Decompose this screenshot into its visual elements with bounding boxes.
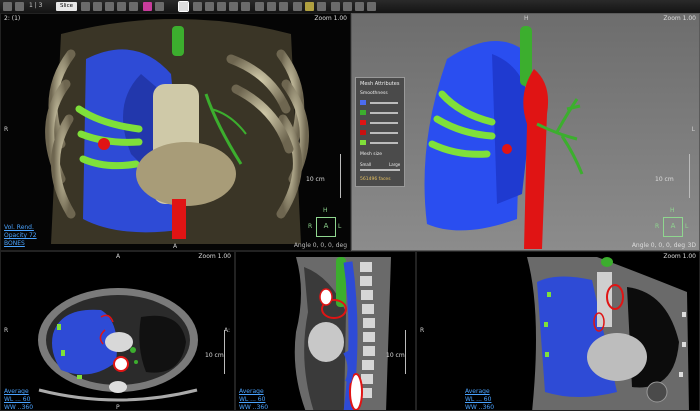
axial-ct-image — [38, 288, 198, 402]
zoom-label: Zoom 1.00 — [663, 253, 696, 260]
orientation-cube[interactable]: A — [663, 217, 683, 237]
sagittal-viewport[interactable]: 10 cm Average WL ... 60 WW ..360 — [235, 251, 416, 411]
export-icon[interactable] — [343, 2, 352, 11]
brush-icon[interactable] — [267, 2, 276, 11]
scale-label: 10 cm — [306, 176, 325, 183]
cube-center-label: A — [670, 222, 676, 230]
roi-icon[interactable] — [217, 2, 226, 11]
crop-icon[interactable] — [155, 2, 164, 11]
volume-render-viewport[interactable]: 2: (1) Zoom 1.00 R A 10 cm Vol. Rend. Op… — [0, 13, 351, 251]
orientation-bottom: P — [116, 404, 120, 411]
cube-top-label: H — [323, 207, 328, 214]
view-counter: 1 | 3 — [29, 2, 43, 9]
cube-top-label: H — [670, 207, 675, 214]
mesh-icon[interactable] — [305, 2, 314, 11]
axial-viewport[interactable]: A Zoom 1.00 R A: 10 cm P Average WL ... … — [0, 251, 235, 411]
scroll-icon[interactable] — [81, 2, 90, 11]
cube-right-label: L — [338, 223, 342, 230]
vessel-color-swatch[interactable] — [360, 130, 366, 135]
render-mode-link[interactable]: Average — [4, 388, 29, 395]
angle-label: Angle 0, 0, 0, deg — [631, 242, 685, 249]
scissors-icon[interactable] — [255, 2, 264, 11]
window-level-link[interactable]: WL ... 60 — [4, 396, 30, 403]
mesh-size-slider[interactable] — [360, 169, 400, 171]
scale-bar — [687, 154, 690, 198]
pointer-tool-icon[interactable] — [178, 1, 189, 12]
arrow-icon[interactable] — [241, 2, 250, 11]
cube-center-label: A — [323, 222, 329, 230]
lung-color-swatch[interactable] — [360, 100, 366, 105]
orientation-left: R — [4, 327, 9, 334]
opacity-link[interactable]: Opacity 72 — [4, 232, 37, 239]
3d-mode-label: 3D — [687, 242, 696, 249]
cube-left-label: R — [655, 223, 660, 230]
scale-label: 10 cm — [655, 176, 674, 183]
mesh-size-large: Large — [389, 162, 401, 167]
preset-link[interactable]: BONES — [4, 240, 25, 247]
zoom-label: Zoom 1.00 — [198, 253, 231, 260]
orientation-cube[interactable]: A — [316, 217, 336, 237]
zoom-icon[interactable] — [105, 2, 114, 11]
window-width-link[interactable]: WW ..360 — [4, 404, 33, 410]
series-label: 2: (1) — [4, 15, 21, 22]
cube-left-label: R — [308, 223, 313, 230]
eraser-icon[interactable] — [279, 2, 288, 11]
measure-icon[interactable] — [193, 2, 202, 11]
color-map-icon[interactable] — [143, 2, 152, 11]
scale-label: 10 cm — [386, 352, 405, 359]
scale-bar — [338, 154, 341, 198]
camera-icon[interactable] — [317, 2, 326, 11]
zoom-label: Zoom 1.00 — [314, 15, 347, 22]
settings-icon[interactable] — [355, 2, 364, 11]
view-mode-icon[interactable] — [15, 2, 24, 11]
orientation-bottom: A — [173, 243, 178, 250]
window-width-link[interactable]: WW ..360 — [465, 404, 494, 410]
orientation-top: A — [116, 253, 121, 260]
zoom-label: Zoom 1.00 — [663, 15, 696, 22]
aorta-color-swatch[interactable] — [360, 120, 366, 125]
window-level-link[interactable]: WL ... 60 — [465, 396, 491, 403]
angle-label: Angle 0, 0, 0, deg — [293, 242, 347, 249]
layout-icon[interactable] — [3, 2, 12, 11]
rotate-icon[interactable] — [117, 2, 126, 11]
coronal-ct-image — [527, 257, 689, 410]
slab-button[interactable]: Slice — [56, 2, 77, 11]
mesh-panel-title: Mesh Attributes — [360, 81, 400, 87]
mesh-size-small: Small — [360, 162, 372, 167]
lung-smoothness-slider[interactable] — [370, 102, 398, 104]
orientation-left: R — [420, 327, 425, 334]
face-count: 561496 faces — [360, 177, 391, 182]
scale-label: 10 cm — [205, 352, 224, 359]
toolbar: 1 | 3 Slice — [0, 0, 700, 14]
orientation-top: H — [524, 15, 529, 22]
region-grow-icon[interactable] — [293, 2, 302, 11]
coronal-viewport[interactable]: Zoom 1.00 R Average WL ... 60 WW ..360 — [416, 251, 700, 411]
vessel-smoothness-slider[interactable] — [370, 132, 398, 134]
rib-smoothness-slider[interactable] — [370, 142, 398, 144]
window-level-icon[interactable] — [129, 2, 138, 11]
mesh-size-label: Mesh size — [360, 152, 383, 157]
pan-icon[interactable] — [93, 2, 102, 11]
orientation-left: R — [4, 126, 9, 133]
window-level-link[interactable]: WL ... 60 — [239, 396, 265, 403]
undo-icon[interactable] — [367, 2, 376, 11]
smoothness-label: Smoothness — [360, 91, 388, 96]
orientation-right: L — [691, 126, 695, 133]
movie-icon[interactable] — [331, 2, 340, 11]
cube-right-label: L — [685, 223, 689, 230]
rib-color-swatch[interactable] — [360, 140, 366, 145]
mesh-attributes-panel[interactable]: Mesh Attributes Smoothness Mesh size Sma… — [355, 77, 405, 187]
render-mode-link[interactable]: Vol. Rend. — [4, 224, 34, 231]
airway-smoothness-slider[interactable] — [370, 112, 398, 114]
render-mode-link[interactable]: Average — [465, 388, 490, 395]
volume-render-image — [1, 14, 350, 250]
angle-icon[interactable] — [205, 2, 214, 11]
window-width-link[interactable]: WW ..360 — [239, 404, 268, 410]
annotation-icon[interactable] — [229, 2, 238, 11]
aorta-smoothness-slider[interactable] — [370, 122, 398, 124]
airway-color-swatch[interactable] — [360, 110, 366, 115]
render-mode-link[interactable]: Average — [239, 388, 264, 395]
